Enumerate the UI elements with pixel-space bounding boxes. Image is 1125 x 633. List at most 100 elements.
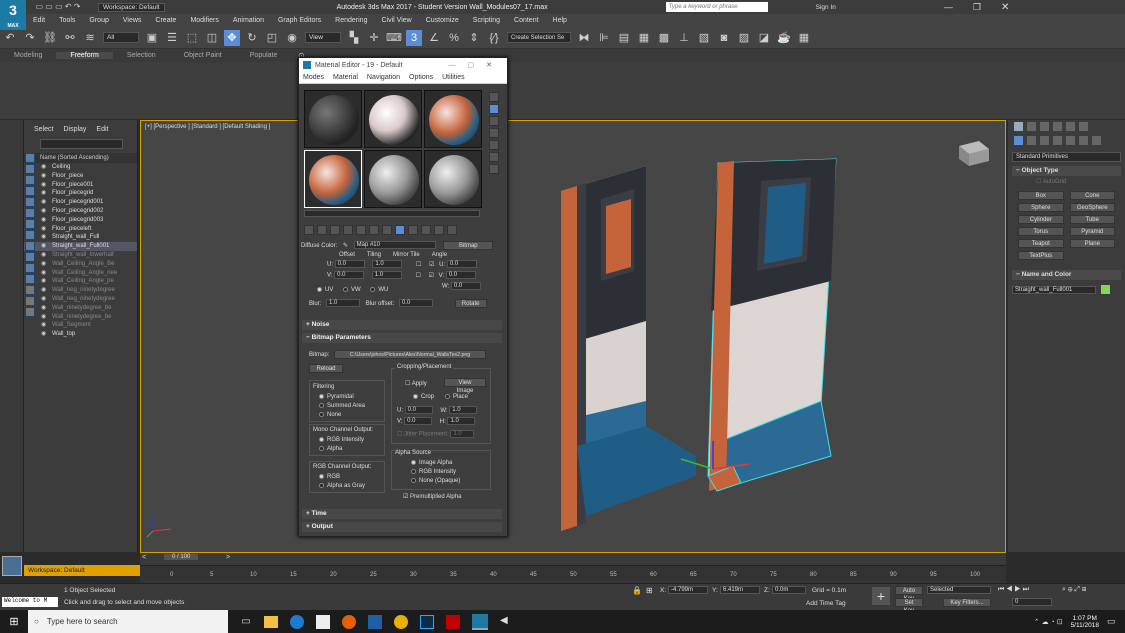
scene-list-item[interactable]: ◉ Ceiling [24,163,137,172]
a360-render-icon[interactable]: ▦ [796,30,812,46]
scene-list-item[interactable]: ◉ Straight_wall_lowerhalf [24,251,137,260]
blur-offset-field[interactable]: 0.0 [398,299,433,308]
time-slider[interactable]: < 0 / 100 > [140,553,1006,565]
schematic-view-icon[interactable]: ▧ [696,30,712,46]
me-menu-utilities[interactable]: Utilities [442,74,465,81]
map-name-field[interactable]: Map #10 [353,241,436,250]
scene-list-item[interactable]: ◉ Wall_ninetydegree_be [24,304,137,313]
pick-material-icon[interactable] [447,225,457,235]
me-maximize-button[interactable]: ▢ [468,61,475,69]
rgb-output-alpha-gray[interactable]: Alpha as Gray [319,483,365,489]
tab-freeform[interactable]: Freeform [56,52,113,59]
me-menu-navigation[interactable]: Navigation [367,74,400,81]
lock-selection-icon[interactable]: 🔒 [632,586,642,595]
rotate-button[interactable]: Rotate [454,299,487,308]
time-rollout[interactable]: + Time [302,509,502,519]
x-coordinate-field[interactable]: -4.799m [668,586,708,594]
v-tile-check[interactable]: ☑ [429,273,434,279]
window-crossing-icon[interactable]: ◫ [204,30,220,46]
teapot-button[interactable]: Teapot [1018,239,1064,248]
close-button[interactable]: ✕ [1001,2,1009,13]
angle-snap-icon[interactable]: ∠ [426,30,442,46]
w-angle[interactable]: 0.0 [450,282,481,290]
geometry-icon[interactable] [1014,136,1023,145]
me-minimize-button[interactable]: — [449,62,456,69]
scene-list-item[interactable]: ◉ Wall_neg_ninetydegree [24,286,137,295]
box-button[interactable]: Box [1018,191,1064,200]
visibility-icon[interactable]: ◉ [41,313,46,322]
visibility-icon[interactable]: ◉ [41,189,46,198]
assign-to-selection-icon[interactable] [330,225,340,235]
u-tiling[interactable]: 1.0 [372,260,403,268]
maxscript-listener[interactable]: Welcome to M [2,597,58,607]
spacewarps-icon[interactable] [1079,136,1088,145]
scene-list-item[interactable]: ◉ Wall_Ceiling_Angle_Be [24,260,137,269]
wu-radio[interactable] [370,287,376,292]
filter-spacewarps-icon[interactable] [25,208,35,218]
v-angle[interactable]: 0.0 [445,271,476,279]
scene-list-item[interactable]: ◉ Wall_Ceiling_Angle_pe [24,277,137,286]
visibility-icon[interactable]: ◉ [41,242,46,251]
make-preview-icon[interactable] [489,152,499,162]
menu-civil-view[interactable]: Civil View [374,17,418,24]
menu-create[interactable]: Create [148,17,183,24]
clock-time[interactable]: 1:07 PM [1073,615,1097,622]
u-offset[interactable]: 0.0 [334,260,365,268]
help-search-input[interactable]: Type a keyword or phrase [665,2,768,12]
uv-radio[interactable] [317,287,322,292]
pyramid-button[interactable]: Pyramid [1069,227,1115,236]
options-icon[interactable] [489,164,499,174]
menu-scripting[interactable]: Scripting [466,17,507,24]
select-manipulate-icon[interactable]: ✛ [366,30,382,46]
scene-list-item[interactable]: ◉ Floor_piece [24,172,137,181]
display-tab-icon[interactable] [1066,122,1075,131]
object-type-rollout[interactable]: − Object Type [1012,166,1121,176]
scene-list-item[interactable]: ◉ Floor_piecegrid002 [24,207,137,216]
revit-icon[interactable] [368,614,382,629]
graphite-toggle-icon[interactable]: ▩ [656,30,672,46]
output-rollout[interactable]: + Output [302,522,502,532]
selection-filter-dropdown[interactable]: All [103,32,139,43]
systems-icon[interactable] [1092,136,1101,145]
task-view-icon[interactable]: ▭ [236,616,256,627]
bind-space-warp-icon[interactable]: ≋ [82,30,98,46]
menu-tools[interactable]: Tools [52,17,82,24]
undo-icon[interactable]: ↶ [2,30,18,46]
menu-group[interactable]: Group [82,17,115,24]
time-slider-prev[interactable]: < [142,554,146,561]
menu-help[interactable]: Help [546,17,574,24]
rotate-icon[interactable]: ↻ [244,30,260,46]
utilities-tab-icon[interactable] [1079,122,1088,131]
show-shaded-icon[interactable] [395,225,405,235]
reload-button[interactable]: Reload [309,364,343,373]
me-menu-material[interactable]: Material [333,74,358,81]
plane-button[interactable]: Plane [1069,239,1115,248]
scene-list-item[interactable]: ◉ Floor_piecegrid003 [24,216,137,225]
filter-none[interactable]: None [319,412,341,418]
scene-list-item[interactable]: ◉ Straight_wall_Full001 [24,242,137,251]
track-bar[interactable]: 0 5 10 15 20 25 30 35 40 45 50 55 60 65 70 75 80 85 90 95 10… [140,565,1006,583]
shapes-icon[interactable] [1027,136,1036,145]
make-unique-icon[interactable] [356,225,366,235]
motion-tab-icon[interactable] [1053,122,1062,131]
unlink-icon[interactable]: ⚯ [62,30,78,46]
helpers-icon[interactable] [1066,136,1075,145]
visibility-icon[interactable]: ◉ [41,181,46,190]
scene-list-item[interactable]: ◉ Floor_piecegrid001 [24,198,137,207]
keyboard-shortcut-icon[interactable]: ⌨ [386,30,402,46]
visibility-icon[interactable]: ◉ [41,295,46,304]
u-angle[interactable]: 0.0 [446,260,477,268]
select-by-name-icon[interactable]: ☰ [164,30,180,46]
crop-w-field[interactable]: 1.0 [449,406,478,414]
material-editor-titlebar[interactable]: Material Editor - 19 - Default — ▢ ✕ [299,58,507,72]
spinner-snap-icon[interactable]: ⇕ [466,30,482,46]
taskbar-search-box[interactable]: ○ Type here to search [28,610,228,633]
filter-frozen-icon[interactable] [25,263,35,273]
visibility-icon[interactable]: ◉ [41,163,46,172]
filter-containers-icon[interactable] [25,252,35,262]
edge-icon[interactable] [290,614,304,629]
put-to-library-icon[interactable] [369,225,379,235]
curve-editor-icon[interactable]: ⊥ [676,30,692,46]
me-menu-modes[interactable]: Modes [303,74,324,81]
move-icon[interactable]: ✥ [224,29,240,46]
